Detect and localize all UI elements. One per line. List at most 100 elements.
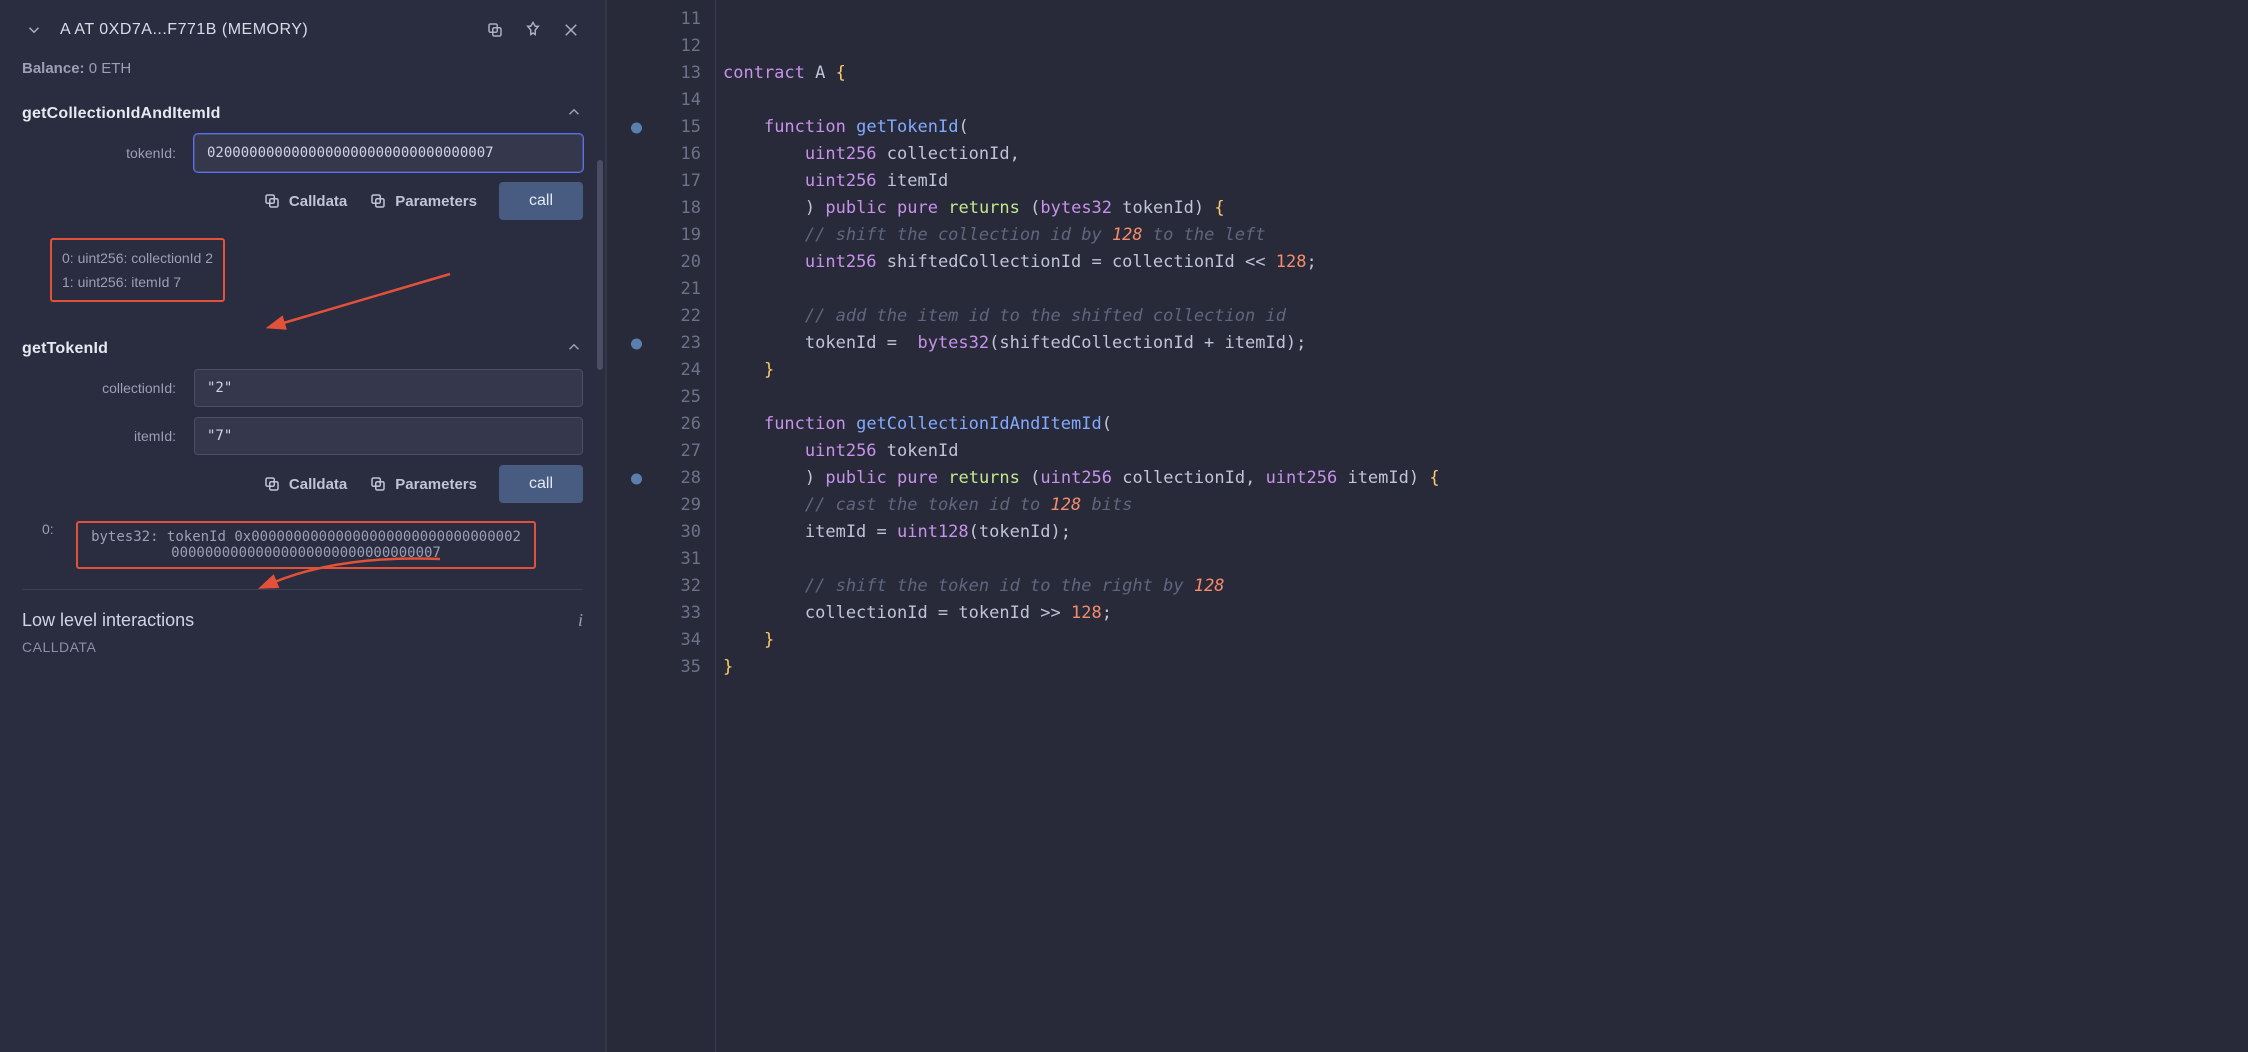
code-line: // shift the token id to the right by 12… (723, 573, 2248, 600)
code-line: ) public pure returns (uint256 collectio… (723, 465, 2248, 492)
function-name: getTokenId (22, 340, 108, 358)
code-line: uint256 itemId (723, 168, 2248, 195)
code-line: // add the item id to the shifted collec… (723, 303, 2248, 330)
code-line: itemId = uint128(tokenId); (723, 519, 2248, 546)
pin-icon[interactable] (521, 18, 545, 42)
parameters-label: Parameters (395, 193, 477, 210)
line-number[interactable]: 13 (607, 60, 701, 87)
line-number[interactable]: 34 (607, 627, 701, 654)
function-block-getTokenId: getTokenId collectionId: itemId: Calldat… (22, 334, 583, 569)
code-line: } (723, 654, 2248, 681)
input-row-tokenId: tokenId: (22, 134, 583, 172)
result-line: 1: uint256: itemId 7 (62, 270, 213, 294)
result-index: 0: (42, 521, 68, 537)
line-number[interactable]: 14 (607, 87, 701, 114)
function-block-getCollectionIdAndItemId: getCollectionIdAndItemId tokenId: Callda… (22, 99, 583, 322)
close-icon[interactable] (559, 18, 583, 42)
chevron-up-icon[interactable] (565, 338, 583, 359)
input-label: collectionId: (22, 380, 182, 396)
input-row-collectionId: collectionId: (22, 369, 583, 407)
copy-calldata-button[interactable]: Calldata (263, 475, 347, 493)
contract-interaction-panel: A AT 0XD7A...F771B (MEMORY) Balance: 0 E… (0, 0, 605, 1052)
line-number[interactable]: 16 (607, 141, 701, 168)
code-line: // cast the token id to 128 bits (723, 492, 2248, 519)
call-button[interactable]: call (499, 182, 583, 220)
line-number[interactable]: 28 (607, 465, 701, 492)
line-number[interactable]: 11 (607, 6, 701, 33)
result-box-highlighted: 0: uint256: collectionId 2 1: uint256: i… (50, 238, 225, 302)
code-editor: 1112131415161718192021222324252627282930… (605, 0, 2248, 1052)
function-name: getCollectionIdAndItemId (22, 105, 221, 123)
action-row: Calldata Parameters call (22, 465, 583, 503)
calldata-label: CALLDATA (22, 639, 583, 655)
line-number[interactable]: 29 (607, 492, 701, 519)
function-header[interactable]: getCollectionIdAndItemId (22, 99, 583, 134)
input-row-itemId: itemId: (22, 417, 583, 455)
panel-header: A AT 0XD7A...F771B (MEMORY) (22, 18, 583, 42)
line-number[interactable]: 18 (607, 195, 701, 222)
balance-label: Balance: (22, 60, 85, 77)
balance-row: Balance: 0 ETH (22, 60, 583, 77)
code-line: // shift the collection id by 128 to the… (723, 222, 2248, 249)
line-number[interactable]: 33 (607, 600, 701, 627)
copy-calldata-button[interactable]: Calldata (263, 192, 347, 210)
result-line: 0: uint256: collectionId 2 (62, 246, 213, 270)
line-number[interactable]: 15 (607, 114, 701, 141)
chevron-up-icon[interactable] (565, 103, 583, 124)
calldata-label: Calldata (289, 193, 347, 210)
code-line: function getTokenId( (723, 114, 2248, 141)
code-line (723, 276, 2248, 303)
line-number[interactable]: 17 (607, 168, 701, 195)
line-number[interactable]: 23 (607, 330, 701, 357)
code-line (723, 6, 2248, 33)
copy-icon[interactable] (483, 18, 507, 42)
code-line: contract A { (723, 60, 2248, 87)
line-number[interactable]: 12 (607, 33, 701, 60)
line-number[interactable]: 27 (607, 438, 701, 465)
result-box-highlighted: bytes32: tokenId 0x000000000000000000000… (76, 521, 536, 569)
line-number[interactable]: 19 (607, 222, 701, 249)
code-line: } (723, 627, 2248, 654)
line-number[interactable]: 31 (607, 546, 701, 573)
collectionId-input[interactable] (194, 369, 583, 407)
function-header[interactable]: getTokenId (22, 334, 583, 369)
tokenId-input[interactable] (194, 134, 583, 172)
line-number[interactable]: 24 (607, 357, 701, 384)
line-number[interactable]: 30 (607, 519, 701, 546)
code-line: uint256 shiftedCollectionId = collection… (723, 249, 2248, 276)
code-line (723, 546, 2248, 573)
code-line: tokenId = bytes32(shiftedCollectionId + … (723, 330, 2248, 357)
calldata-label: Calldata (289, 476, 347, 493)
copy-parameters-button[interactable]: Parameters (369, 475, 477, 493)
line-number[interactable]: 22 (607, 303, 701, 330)
action-row: Calldata Parameters call (22, 182, 583, 220)
code-line: ) public pure returns (bytes32 tokenId) … (723, 195, 2248, 222)
code-line (723, 384, 2248, 411)
divider (22, 589, 583, 590)
line-number[interactable]: 25 (607, 384, 701, 411)
contract-title: A AT 0XD7A...F771B (MEMORY) (60, 21, 469, 39)
low-level-header: Low level interactions i (22, 604, 583, 639)
balance-value: 0 ETH (89, 60, 132, 77)
code-area[interactable]: contract A { function getTokenId( uint25… (717, 0, 2248, 1052)
line-number[interactable]: 32 (607, 573, 701, 600)
parameters-label: Parameters (395, 476, 477, 493)
code-line: } (723, 357, 2248, 384)
code-line: uint256 collectionId, (723, 141, 2248, 168)
input-label: itemId: (22, 428, 182, 444)
call-button[interactable]: call (499, 465, 583, 503)
collapse-chevron-icon[interactable] (22, 18, 46, 42)
line-number[interactable]: 26 (607, 411, 701, 438)
code-line: function getCollectionIdAndItemId( (723, 411, 2248, 438)
line-number[interactable]: 20 (607, 249, 701, 276)
line-number[interactable]: 21 (607, 276, 701, 303)
info-icon[interactable]: i (578, 610, 583, 631)
code-line (723, 33, 2248, 60)
line-number[interactable]: 35 (607, 654, 701, 681)
result-row: 0: bytes32: tokenId 0x000000000000000000… (42, 521, 583, 569)
line-number-gutter: 1112131415161718192021222324252627282930… (607, 0, 717, 1052)
low-level-title: Low level interactions (22, 610, 194, 631)
copy-parameters-button[interactable]: Parameters (369, 192, 477, 210)
code-line: collectionId = tokenId >> 128; (723, 600, 2248, 627)
itemId-input[interactable] (194, 417, 583, 455)
